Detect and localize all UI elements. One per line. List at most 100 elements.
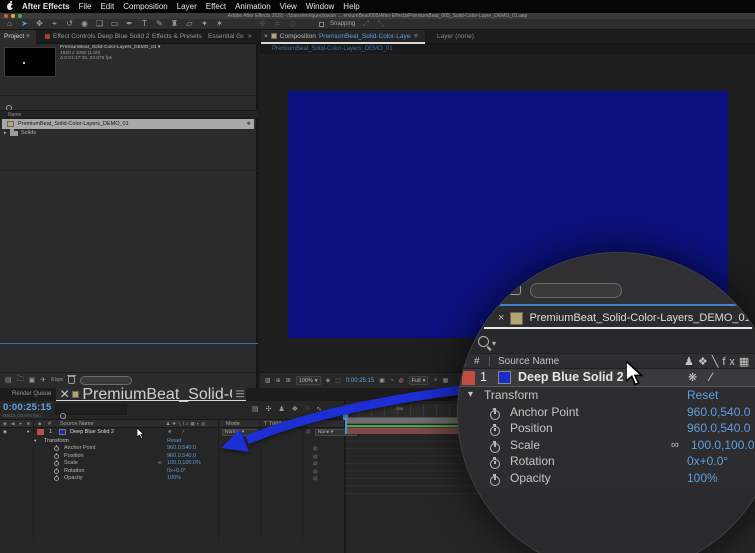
hand-tool-icon[interactable]: ✥	[35, 19, 44, 29]
tab-composition[interactable]: × Composition PremiumBeat_Solid-Color-La…	[261, 30, 425, 42]
parent-pickwhip-icon[interactable]: @	[306, 428, 311, 436]
quality-switch-icon[interactable]: ∕	[183, 428, 184, 436]
local-axis-mode-icon[interactable]: ✛	[258, 19, 267, 29]
tab-project[interactable]: Project ≡	[0, 30, 36, 44]
stopwatch-icon[interactable]	[54, 445, 59, 452]
transparency-grid-icon[interactable]: ▦	[443, 377, 449, 384]
show-snapshot-icon[interactable]: ◔	[390, 378, 394, 384]
brush-tool-icon[interactable]: ✎	[155, 19, 164, 29]
grid-options-icon[interactable]: ⊞	[286, 377, 291, 384]
project-row-composition[interactable]: PremiumBeat_Solid-Color-Layers_DEMO_01 ❖	[2, 119, 254, 129]
selection-tool-icon[interactable]: ➤	[20, 19, 29, 29]
stopwatch-icon[interactable]	[54, 452, 59, 459]
roto-brush-tool-icon[interactable]: ✦	[200, 19, 209, 29]
graph-editor-icon[interactable]: ∿	[316, 405, 322, 413]
layer-label-color-chip[interactable]	[37, 429, 44, 435]
viewer-comp-name[interactable]: PremiumBeat_Solid-Color-Layers_DEMO_01	[260, 46, 393, 52]
label-column-icon[interactable]: ◆	[38, 421, 41, 427]
property-value[interactable]: 100%	[167, 474, 181, 482]
tab-render-queue[interactable]: Render Queue	[12, 391, 51, 397]
menu-layer[interactable]: Layer	[177, 2, 197, 11]
panel-menu-icon[interactable]: ≡	[414, 33, 418, 40]
expander-icon[interactable]: ▾	[27, 428, 29, 436]
composition-mini-flowchart-icon[interactable]: ▤	[252, 405, 259, 413]
menu-app[interactable]: After Effects	[22, 2, 70, 11]
solo-column-icon[interactable]: ●	[19, 421, 22, 426]
project-row-solids[interactable]: ▸ Solids	[0, 129, 258, 138]
snapshot-icon[interactable]: ▣	[379, 377, 385, 384]
orbit-camera-tool-icon[interactable]: ↺	[65, 19, 74, 29]
audio-column-icon[interactable]: ◀	[11, 421, 14, 427]
region-of-interest-icon[interactable]: ⬚	[335, 377, 341, 384]
tab-overflow-icon[interactable]: »	[248, 33, 252, 40]
expander-icon[interactable]: ▸	[4, 129, 7, 138]
menu-help[interactable]: Help	[343, 2, 359, 11]
layer-row[interactable]: ◉ ▾ 1 Deep Blue Solid 2 ❋ ∕ Normal ▾ @ N…	[0, 428, 357, 436]
pan-behind-tool-icon[interactable]: ❏	[95, 19, 104, 29]
channels-icon[interactable]: ◍	[399, 377, 404, 384]
puppet-pin-tool-icon[interactable]: ✶	[215, 19, 224, 29]
horizontal-scrollbar[interactable]	[80, 375, 133, 385]
zoom-tool-icon[interactable]: ⌖	[50, 19, 59, 29]
new-folder-icon[interactable]: 🗀	[17, 375, 24, 386]
view-axis-mode-icon[interactable]: ◇	[288, 19, 297, 29]
property-row-opacity[interactable]: Opacity 100% @	[0, 474, 345, 482]
menu-window[interactable]: Window	[306, 2, 334, 11]
apple-menu-icon[interactable]	[7, 3, 15, 10]
tab-essential-graphics[interactable]: Essential Grap	[208, 33, 244, 40]
expand-tools-icon[interactable]: ⤢	[361, 19, 370, 29]
always-preview-icon[interactable]: ▧	[265, 377, 271, 384]
pen-tool-icon[interactable]: ✒	[125, 19, 134, 29]
interpret-footage-icon[interactable]: ▤	[5, 376, 12, 384]
lock-column-icon[interactable]: ■	[27, 421, 30, 426]
magnification-icon[interactable]: ⊕	[276, 377, 281, 384]
resolution-dropdown[interactable]: Full ▾	[408, 376, 429, 385]
mode-column-header[interactable]: Mode	[226, 421, 240, 427]
menu-effect[interactable]: Effect	[206, 2, 226, 11]
delete-item-icon[interactable]	[67, 374, 77, 384]
snapping-checkbox[interactable]	[319, 21, 324, 27]
type-tool-icon[interactable]: T	[140, 19, 149, 29]
mask-visibility-icon[interactable]: ◈	[326, 377, 331, 384]
trkmat-column-header[interactable]: T TrkMat	[264, 421, 286, 427]
timeline-search-input[interactable]	[55, 404, 127, 419]
close-tab-icon[interactable]: ×	[264, 33, 268, 40]
chevron-down-icon[interactable]: ▾	[158, 45, 160, 50]
camera-tool-icon[interactable]: ◉	[80, 19, 89, 29]
tab-effect-controls[interactable]: Effect Controls Deep Blue Solid 2	[53, 33, 149, 40]
zoom-dropdown[interactable]: 100% ▾	[295, 376, 321, 385]
shape-tool-icon[interactable]: ▭	[110, 19, 119, 29]
current-timecode[interactable]: 0:00:25:15	[3, 402, 51, 413]
hide-shy-layers-icon[interactable]: ♟	[279, 405, 285, 413]
project-comp-name[interactable]: PremiumBeat_Solid-Color-Layers_DEMO_01	[60, 45, 157, 50]
collapse-tools-icon[interactable]: ⤡	[376, 19, 385, 29]
tab-layer[interactable]: Layer (none)	[437, 33, 474, 40]
menu-edit[interactable]: Edit	[100, 2, 114, 11]
project-settings-icon[interactable]: ✈	[40, 376, 46, 384]
source-name-column-header[interactable]: Source Name	[60, 421, 94, 427]
name-column-header[interactable]: Name	[0, 110, 258, 119]
draft-3d-icon[interactable]: ✣	[266, 405, 272, 413]
clone-stamp-tool-icon[interactable]: ♜	[170, 19, 179, 29]
collapse-transformations-icon[interactable]: ❋	[168, 428, 172, 436]
layer-name[interactable]: Deep Blue Solid 2	[70, 428, 114, 436]
color-depth-label[interactable]: 8 bpc	[51, 377, 63, 383]
panel-menu-icon[interactable]: ≡	[26, 33, 30, 40]
blend-mode-dropdown[interactable]: Normal ▾	[222, 428, 258, 436]
collapse-panel-icon[interactable]: ❖	[247, 119, 251, 129]
menu-animation[interactable]: Animation	[235, 2, 271, 11]
stopwatch-icon[interactable]	[54, 467, 59, 474]
frame-blending-icon[interactable]: ❖	[292, 405, 298, 413]
video-column-icon[interactable]: ◉	[3, 421, 7, 427]
stopwatch-icon[interactable]	[54, 475, 59, 482]
tab-effects-presets[interactable]: Effects & Presets	[152, 33, 202, 40]
viewer-timecode[interactable]: 0:00:25:15	[346, 378, 374, 384]
stopwatch-icon[interactable]	[54, 460, 59, 467]
menu-composition[interactable]: Composition	[123, 2, 167, 11]
motion-blur-icon[interactable]: ◌	[305, 405, 309, 413]
fast-previews-icon[interactable]: ⚡	[433, 377, 437, 384]
world-axis-mode-icon[interactable]: ⌗	[273, 19, 282, 29]
menu-file[interactable]: File	[79, 2, 92, 11]
number-column-header[interactable]: #	[48, 421, 51, 427]
menu-view[interactable]: View	[280, 2, 297, 11]
